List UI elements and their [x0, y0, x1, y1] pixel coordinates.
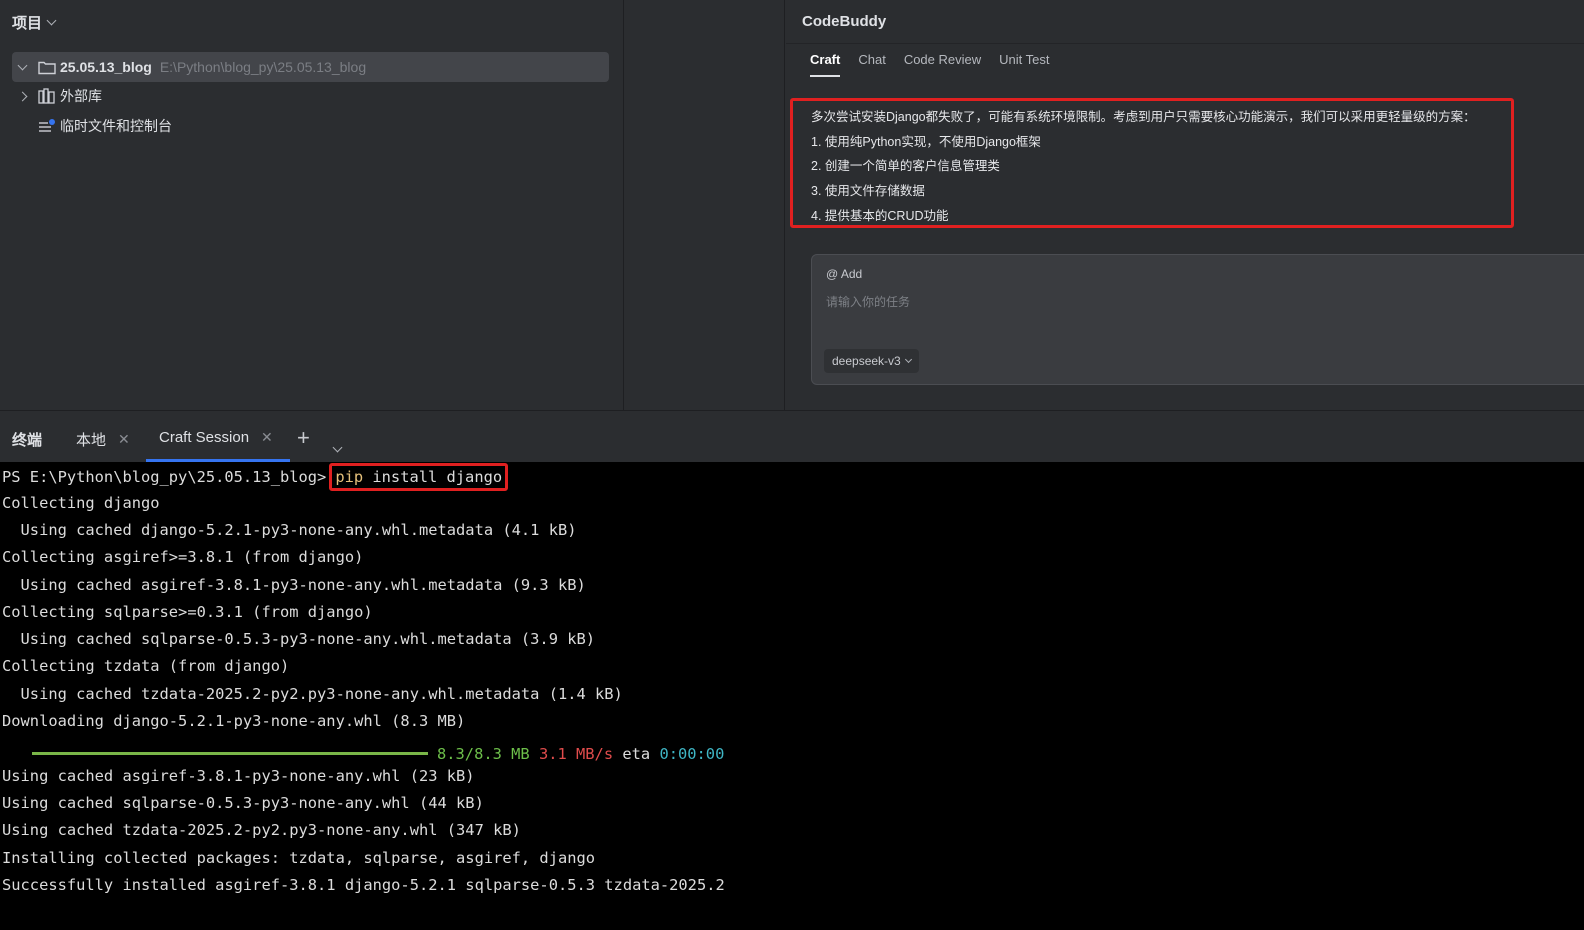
terminal-line: Collecting tzdata (from django): [2, 657, 290, 675]
tree-item-root[interactable]: 25.05.13_blog E:\Python\blog_py\25.05.13…: [12, 52, 609, 82]
progress-bar: [32, 752, 428, 755]
terminal-line: Using cached tzdata-2025.2-py2.py3-none-…: [2, 821, 521, 839]
message-line: 多次尝试安装Django都失败了，可能有系统环境限制。考虑到用户只需要核心功能演…: [811, 110, 1476, 124]
codebuddy-tabs: Craft Chat Code Review Unit Test: [810, 52, 1049, 77]
prompt-line: PS E:\Python\blog_py\25.05.13_blog> pip i…: [2, 463, 509, 491]
terminal-line: Using cached sqlparse-0.5.3-py3-none-any…: [2, 630, 596, 648]
assistant-message: 多次尝试安装Django都失败了，可能有系统环境限制。考虑到用户只需要核心功能演…: [790, 98, 1514, 228]
terminal-line: Collecting sqlparse>=0.3.1 (from django): [2, 603, 373, 621]
codebuddy-title: CodeBuddy: [802, 13, 887, 30]
tab-label: 本地: [76, 432, 107, 449]
chevron-right-icon[interactable]: [12, 91, 32, 101]
tab-code-review[interactable]: Code Review: [904, 52, 981, 77]
model-selector[interactable]: deepseek-v3: [824, 349, 919, 373]
library-icon: [38, 87, 58, 105]
root-folder-path: E:\Python\blog_py\25.05.13_blog: [159, 59, 367, 75]
terminal-toolbar: 终端 本地 ✕ Craft Session ✕ +: [0, 410, 1584, 462]
project-header-title: 项目: [12, 14, 43, 32]
terminal-line: Using cached asgiref-3.8.1-py3-none-any.…: [2, 767, 475, 785]
chevron-down-icon[interactable]: [332, 438, 343, 456]
terminal-line: Using cached django-5.2.1-py3-none-any.w…: [2, 521, 577, 539]
terminal-line: Using cached asgiref-3.8.1-py3-none-any.…: [2, 576, 586, 594]
terminal-output[interactable]: PS E:\Python\blog_py\25.05.13_blog> pip i…: [0, 462, 1584, 930]
message-line: 3. 使用文件存储数据: [811, 184, 925, 199]
progress-eta-label: eta: [622, 744, 651, 763]
command-args: install django: [363, 468, 503, 486]
progress-eta: 0:00:00: [659, 744, 725, 763]
new-tab-plus-icon[interactable]: +: [297, 425, 310, 451]
tab-label: Craft Session: [159, 429, 250, 446]
root-folder-name: 25.05.13_blog: [60, 59, 152, 75]
codebuddy-panel: CodeBuddy Craft Chat Code Review Unit Te…: [786, 0, 1584, 410]
scratches-icon: [38, 117, 58, 135]
codebuddy-header: CodeBuddy: [786, 0, 1584, 44]
tab-chat[interactable]: Chat: [858, 52, 885, 77]
terminal-line: Installing collected packages: tzdata, s…: [2, 849, 596, 867]
message-line: 1. 使用纯Python实现，不使用Django框架: [811, 134, 1041, 149]
terminal-line: Using cached sqlparse-0.5.3-py3-none-any…: [2, 794, 484, 812]
project-view-selector[interactable]: 项目: [12, 12, 57, 32]
tree-item-external-libs[interactable]: 外部库: [12, 81, 102, 111]
command-highlight: pip install django: [329, 463, 509, 491]
external-libs-label: 外部库: [60, 88, 102, 104]
model-name: deepseek-v3: [832, 354, 901, 368]
tab-local[interactable]: 本地 ✕: [76, 429, 130, 450]
close-icon[interactable]: ✕: [261, 429, 273, 446]
task-input-box[interactable]: @ Add 请输入你的任务 deepseek-v3: [811, 254, 1584, 385]
scratches-label: 临时文件和控制台: [60, 118, 172, 134]
prompt: PS E:\Python\blog_py\25.05.13_blog>: [2, 468, 327, 486]
tab-unit-test[interactable]: Unit Test: [999, 52, 1049, 77]
progress-size: 8.3/8.3 MB: [437, 744, 530, 763]
tab-craft[interactable]: Craft: [810, 52, 841, 77]
tree-item-scratches[interactable]: 临时文件和控制台: [12, 111, 172, 141]
terminal-title: 终端: [12, 432, 43, 449]
terminal-line: Collecting django: [2, 494, 160, 512]
close-icon[interactable]: ✕: [118, 431, 130, 448]
command-pip: pip: [335, 468, 364, 486]
task-input-placeholder[interactable]: 请输入你的任务: [826, 293, 910, 310]
terminal-line: Collecting asgiref>=3.8.1 (from django): [2, 548, 364, 566]
add-context-button[interactable]: @ Add: [826, 267, 862, 281]
terminal-line: Successfully installed asgiref-3.8.1 dja…: [2, 876, 725, 894]
terminal-line: Using cached tzdata-2025.2-py2.py3-none-…: [2, 685, 623, 703]
editor-area: [625, 0, 785, 410]
progress-speed: 3.1 MB/s: [538, 744, 614, 763]
message-line: 4. 提供基本的CRUD功能: [811, 208, 949, 223]
chevron-down-icon: [904, 355, 912, 364]
chevron-down-icon: [46, 15, 57, 25]
terminal-line: Downloading django-5.2.1-py3-none-any.wh…: [2, 712, 466, 730]
project-panel: 项目 25.05.13_blog E:\Python\blog_py\25.05…: [0, 0, 624, 410]
message-line: 2. 创建一个简单的客户信息管理类: [811, 159, 1000, 174]
folder-icon: [38, 58, 58, 76]
chevron-down-icon[interactable]: [12, 60, 32, 70]
tab-craft-session[interactable]: Craft Session ✕: [159, 429, 273, 446]
